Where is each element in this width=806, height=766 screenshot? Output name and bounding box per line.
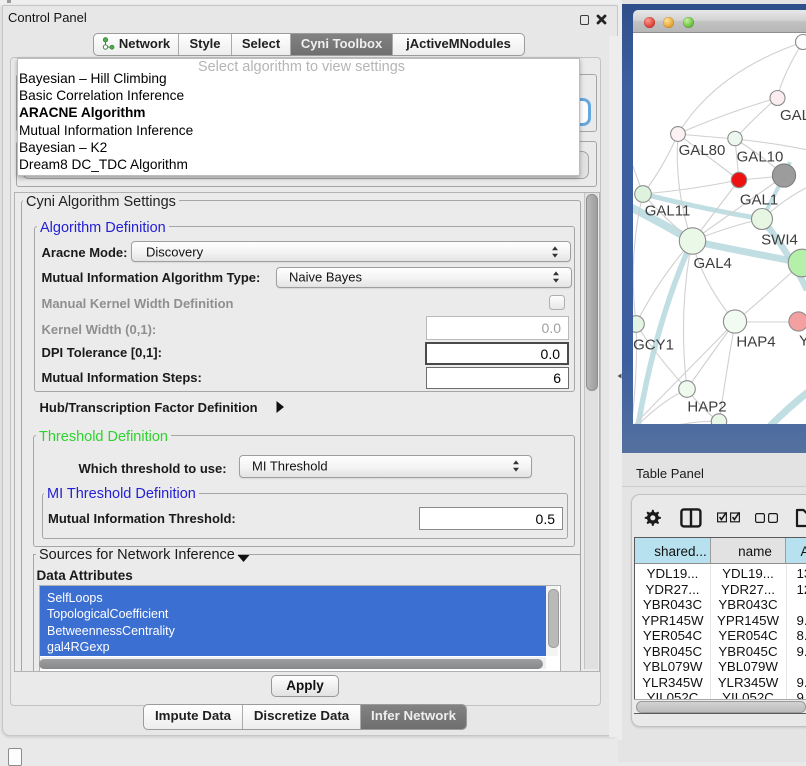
- svg-text:GAL10: GAL10: [737, 149, 784, 166]
- svg-text:GAL80: GAL80: [679, 142, 726, 159]
- svg-text:GAL1: GAL1: [740, 192, 778, 209]
- svg-text:GAL4: GAL4: [694, 255, 732, 272]
- svg-text:HAP2: HAP2: [687, 399, 726, 416]
- svg-text:GAL7: GAL7: [780, 107, 806, 124]
- svg-text:YM: YM: [799, 333, 806, 350]
- svg-text:GAL11: GAL11: [645, 203, 691, 220]
- svg-text:SWI4: SWI4: [761, 232, 798, 249]
- svg-text:HAP4: HAP4: [736, 334, 775, 351]
- svg-text:GCY1: GCY1: [633, 337, 674, 354]
